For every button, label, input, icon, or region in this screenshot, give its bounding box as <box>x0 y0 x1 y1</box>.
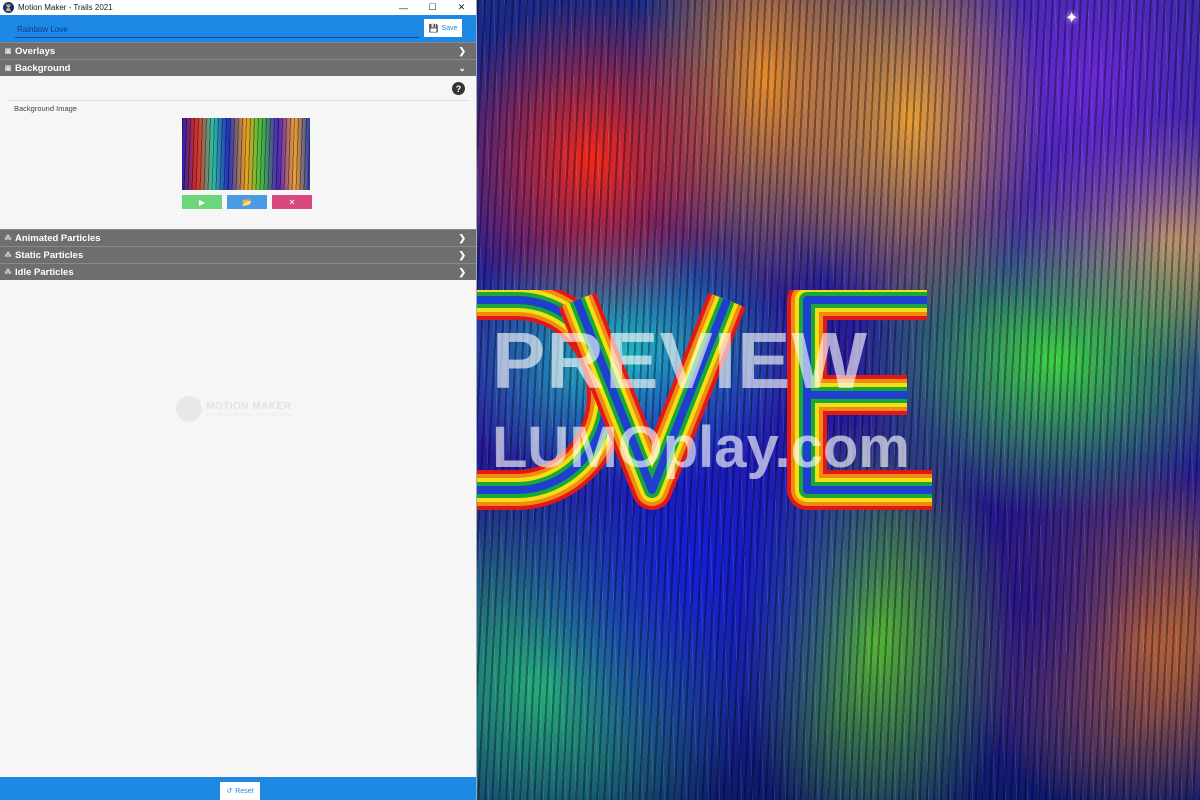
section-background[interactable]: ▣ Background ⌄ <box>0 59 476 76</box>
thumbnail-actions: ▶ 📂 ✕ <box>182 195 312 209</box>
chevron-down-icon: ⌄ <box>458 62 466 73</box>
undo-icon: ↺ <box>226 788 233 795</box>
close-icon: ✕ <box>288 197 296 207</box>
chevron-right-icon: ❯ <box>458 249 466 260</box>
section-idle-particles[interactable]: ⁂ Idle Particles ❯ <box>0 263 476 280</box>
background-image-thumbnail[interactable] <box>182 118 310 190</box>
footer-bar: ↺ Reset <box>0 777 476 800</box>
image-icon: ▣ <box>4 48 12 55</box>
open-folder-button[interactable]: 📂 <box>227 195 267 209</box>
play-button[interactable]: ▶ <box>182 195 222 209</box>
reset-button[interactable]: ↺ Reset <box>220 782 260 800</box>
project-name-input[interactable] <box>15 21 419 38</box>
chevron-right-icon: ❯ <box>458 45 466 56</box>
chevron-right-icon: ❯ <box>458 266 466 277</box>
section-static-particles[interactable]: ⁂ Static Particles ❯ <box>0 246 476 263</box>
save-icon: 💾 <box>428 23 439 33</box>
app-window: ⏳ Motion Maker - Trails 2021 — ☐ ✕ 💾 Sav… <box>0 0 477 800</box>
particles-icon: ⁂ <box>4 269 12 276</box>
logo-icon <box>176 396 202 422</box>
section-background-label: Background <box>15 62 71 74</box>
save-button[interactable]: 💾 Save <box>424 19 462 37</box>
close-window-button[interactable]: ✕ <box>447 0 476 15</box>
title-bar: ⏳ Motion Maker - Trails 2021 — ☐ ✕ <box>0 0 476 15</box>
sparkle-icon: ✦ <box>1065 10 1079 27</box>
window-title: Motion Maker - Trails 2021 <box>18 3 113 12</box>
save-label: Save <box>441 24 458 32</box>
chevron-right-icon: ❯ <box>458 232 466 243</box>
maximize-button[interactable]: ☐ <box>418 0 447 15</box>
particles-icon: ⁂ <box>4 252 12 259</box>
section-overlays-label: Overlays <box>15 45 56 57</box>
remove-image-button[interactable]: ✕ <box>272 195 312 209</box>
window-controls: — ☐ ✕ <box>389 0 476 15</box>
logo-subtitle: MOTION BACKGROUND CREATION SYSTEM <box>206 412 291 417</box>
section-overlays[interactable]: ▣ Overlays ❯ <box>0 42 476 59</box>
motion-maker-logo: MOTION MAKER MOTION BACKGROUND CREATION … <box>176 396 291 422</box>
preview-watermark: PREVIEW <box>492 316 868 405</box>
reset-label: Reset <box>235 787 254 795</box>
logo-title: MOTION MAKER <box>206 401 292 412</box>
background-panel: ? Background Image ▶ 📂 ✕ <box>0 76 476 229</box>
background-image-label: Background Image <box>14 104 77 113</box>
header-bar: 💾 Save <box>0 15 476 42</box>
preview-canvas: ✦ PREVIEW LUMOplay.com <box>477 0 1200 800</box>
preview-site-watermark: LUMOplay.com <box>492 415 910 480</box>
folder-icon: 📂 <box>242 197 252 207</box>
particles-icon: ⁂ <box>4 235 12 242</box>
minimize-button[interactable]: — <box>389 0 418 15</box>
divider <box>8 100 468 101</box>
image-icon: ▣ <box>4 65 12 72</box>
play-icon: ▶ <box>198 197 206 207</box>
section-static-label: Static Particles <box>15 249 84 261</box>
section-animated-particles[interactable]: ⁂ Animated Particles ❯ <box>0 229 476 246</box>
app-icon: ⏳ <box>3 2 14 13</box>
help-icon[interactable]: ? <box>452 82 465 95</box>
section-animated-label: Animated Particles <box>15 232 101 244</box>
section-idle-label: Idle Particles <box>15 266 74 278</box>
